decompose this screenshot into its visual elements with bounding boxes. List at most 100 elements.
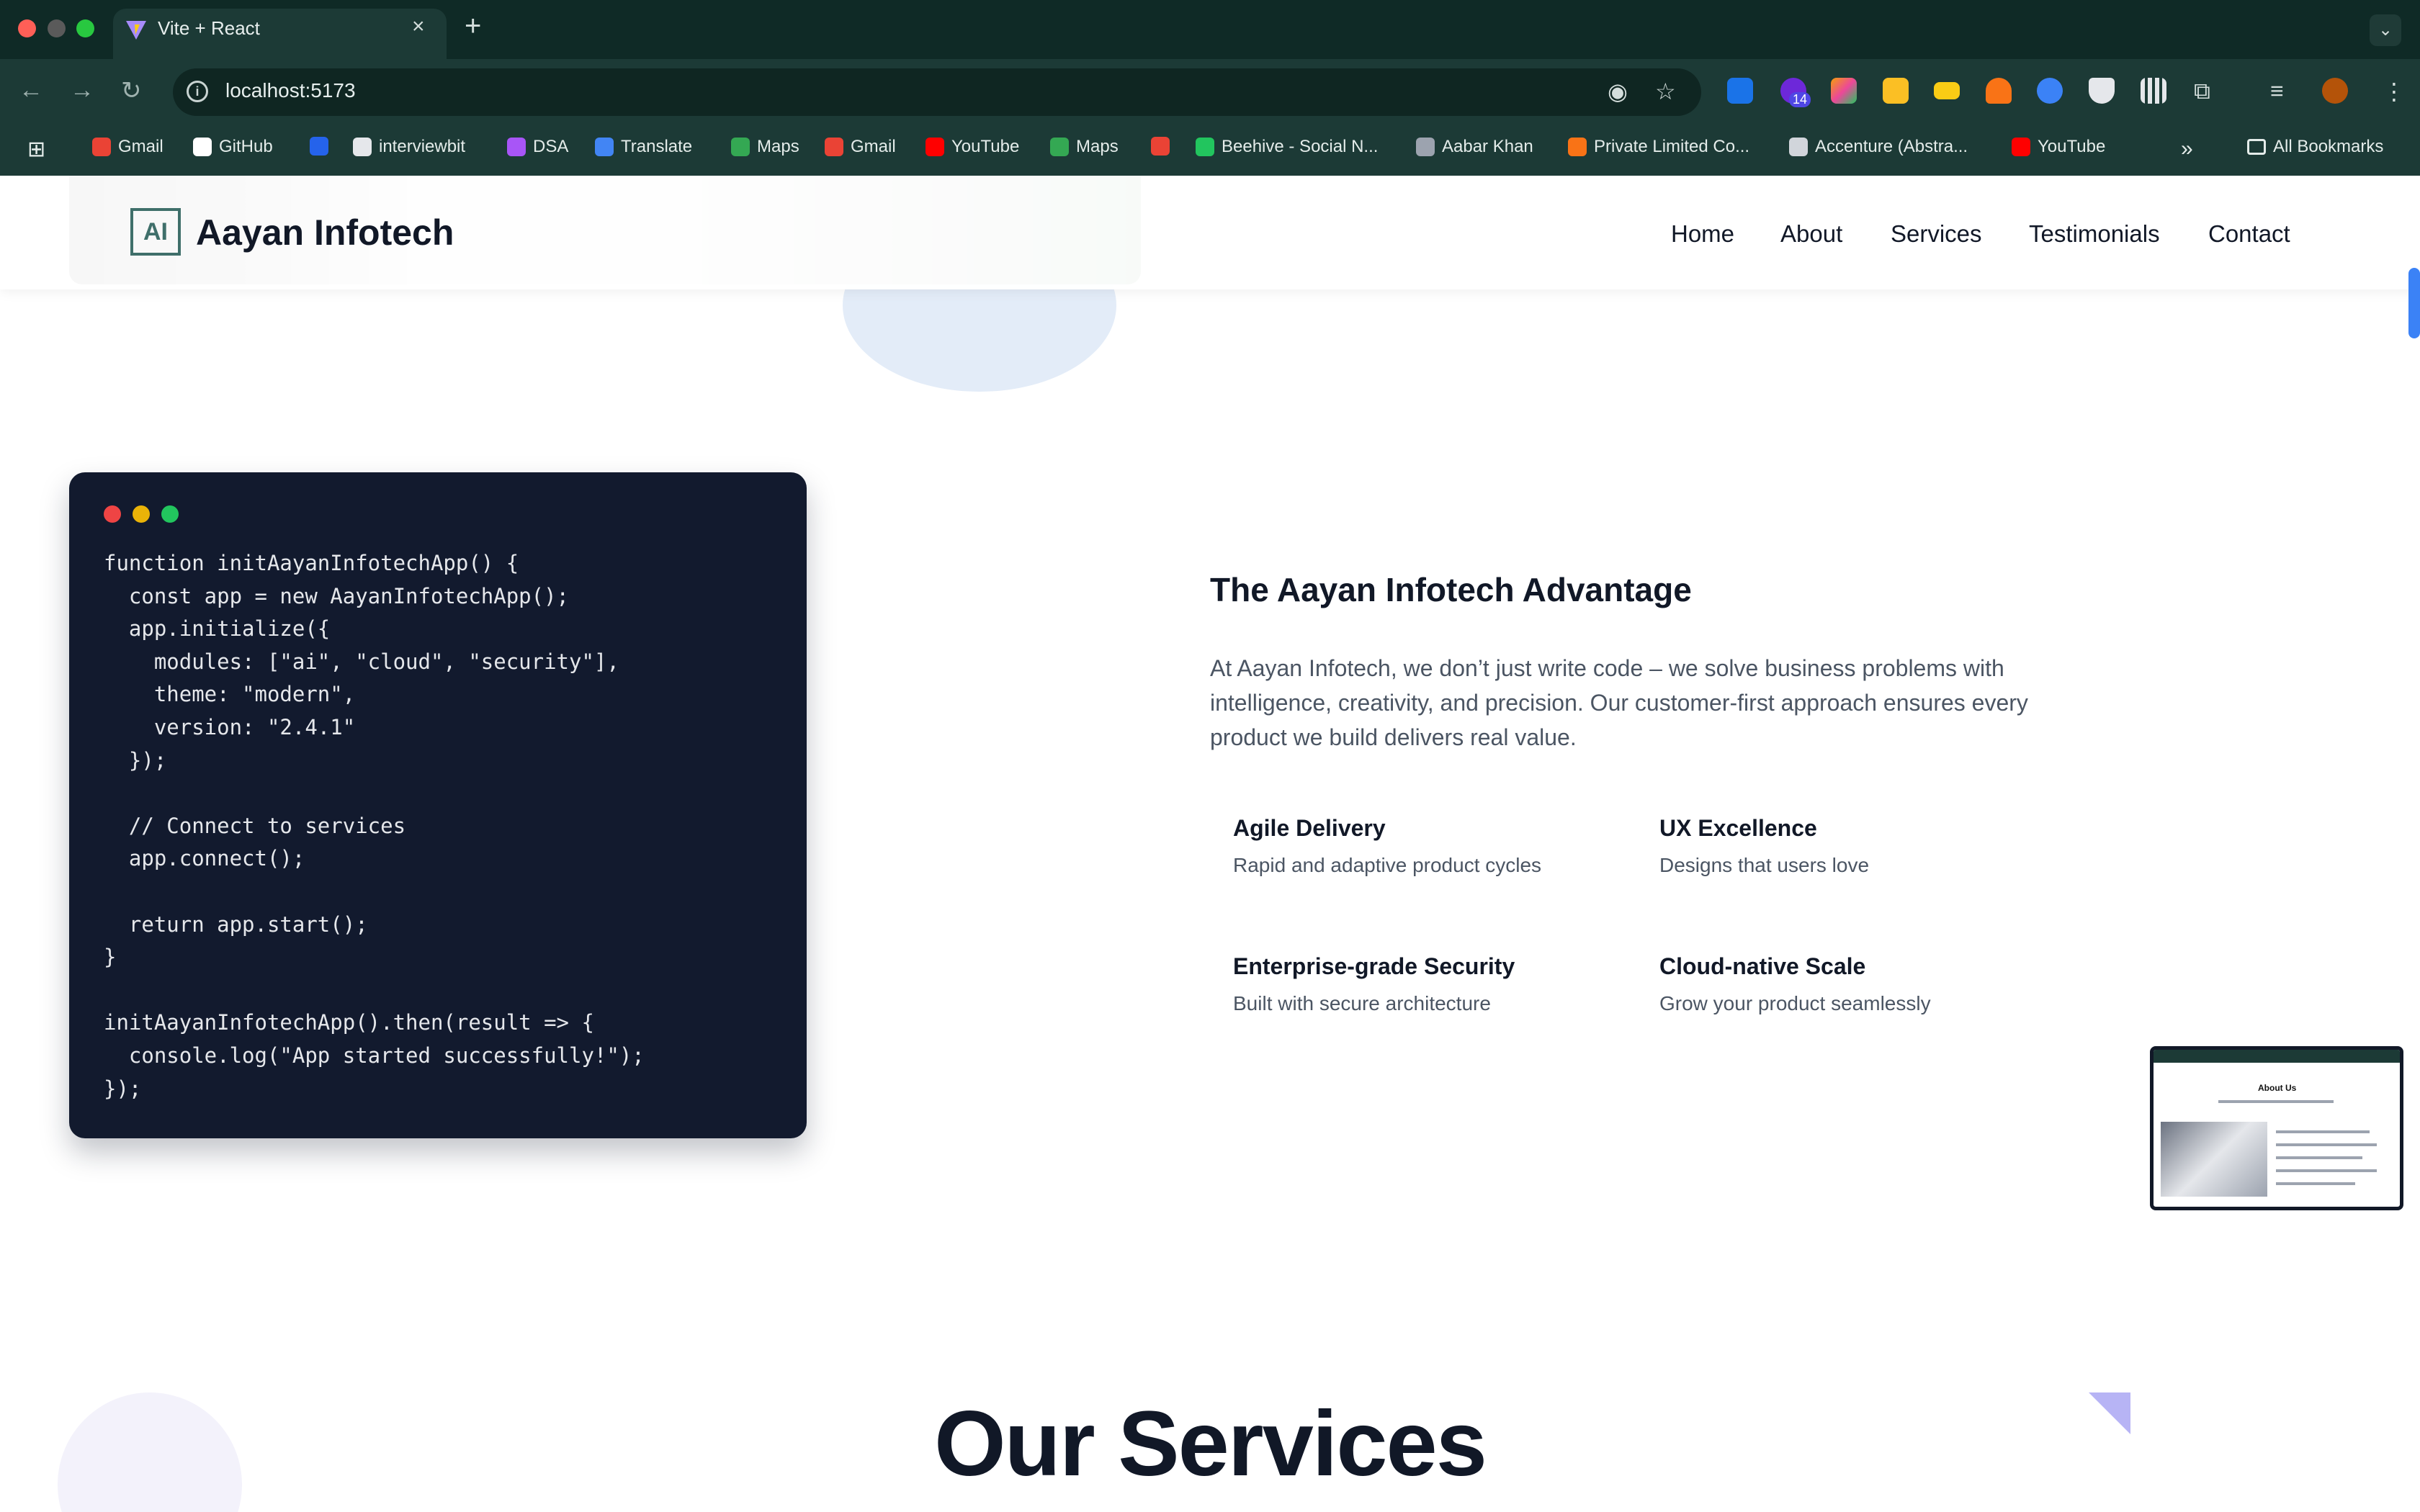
code-line: });	[104, 1076, 142, 1101]
bookmark-favicon-icon	[2012, 138, 2030, 156]
minimize-window-button[interactable]	[48, 19, 66, 37]
extension-figure-icon[interactable]	[1986, 78, 2012, 104]
bookmark-label: Gmail	[118, 137, 163, 156]
maximize-window-button[interactable]	[76, 19, 94, 37]
tab-search-icon[interactable]: ⌄	[2370, 14, 2401, 46]
bookmark-item[interactable]: Gmail	[825, 137, 896, 157]
url-text[interactable]: localhost:5173	[225, 79, 356, 102]
extensions-puzzle-icon[interactable]: ⧉	[2194, 78, 2210, 105]
feature-title: UX Excellence	[1659, 815, 1817, 841]
thumbnail-title: About Us	[2258, 1083, 2297, 1093]
screenshot-preview-thumbnail[interactable]: About Us	[2150, 1046, 2403, 1210]
address-bar[interactable]	[173, 68, 1701, 116]
extension-color-icon[interactable]	[1831, 78, 1857, 104]
bookmark-label: Translate	[621, 137, 693, 156]
vite-icon	[126, 21, 146, 40]
new-tab-icon[interactable]: +	[465, 10, 481, 42]
bookmark-favicon-icon	[825, 138, 843, 156]
bookmark-item[interactable]: GitHub	[193, 137, 273, 157]
code-line: initAayanInfotechApp().then(result => {	[104, 1010, 594, 1035]
thumbnail-line	[2276, 1182, 2355, 1185]
code-snippet: function initAayanInfotechApp() { const …	[104, 547, 645, 1105]
bookmark-label: Maps	[1076, 137, 1119, 156]
all-bookmarks-button[interactable]: All Bookmarks	[2247, 137, 2383, 157]
advantage-description: At Aayan Infotech, we don’t just write c…	[1210, 655, 2028, 750]
nav-about[interactable]: About	[1780, 220, 1842, 248]
reading-list-icon[interactable]: ≡	[2270, 78, 2284, 104]
bookmark-label: YouTube	[951, 137, 1020, 156]
bookmark-label: Accenture (Abstra...	[1815, 137, 1968, 156]
bookmark-favicon-icon	[1151, 137, 1170, 156]
bookmark-label: Gmail	[851, 137, 896, 156]
extension-card-icon[interactable]	[1934, 82, 1960, 99]
nav-home[interactable]: Home	[1671, 220, 1734, 248]
close-tab-icon[interactable]: ×	[412, 14, 425, 39]
reload-icon[interactable]: ↻	[121, 76, 142, 105]
site-navbar: AI Aayan Infotech Home About Services Te…	[0, 176, 2420, 289]
bookmark-item[interactable]	[310, 137, 328, 156]
extension-drop-icon[interactable]	[2037, 78, 2063, 104]
bookmark-favicon-icon	[92, 138, 111, 156]
bookmark-item[interactable]: DSA	[507, 137, 568, 157]
profile-avatar[interactable]	[2322, 78, 2348, 104]
folder-icon	[2247, 139, 2266, 155]
code-line: app.connect();	[104, 846, 305, 871]
bookmark-item[interactable]: Maps	[731, 137, 799, 157]
bookmark-item[interactable]: Private Limited Co...	[1568, 137, 1749, 157]
bookmark-item[interactable]: YouTube	[2012, 137, 2105, 157]
feature-title: Enterprise-grade Security	[1233, 953, 1515, 979]
code-line: modules: ["ai", "cloud", "security"],	[104, 649, 619, 674]
code-window-green-dot	[161, 505, 179, 523]
bookmark-label: Private Limited Co...	[1594, 137, 1750, 156]
bookmark-favicon-icon	[595, 138, 614, 156]
bookmark-favicon-icon	[926, 138, 944, 156]
bookmark-item[interactable]: Maps	[1050, 137, 1119, 157]
bookmark-item[interactable]: Accenture (Abstra...	[1789, 137, 1968, 157]
bookmark-item[interactable]: Aabar Khan	[1416, 137, 1533, 157]
bookmark-star-icon[interactable]: ☆	[1655, 78, 1676, 105]
bookmark-item[interactable]: Gmail	[92, 137, 163, 157]
bookmark-item[interactable]: Translate	[595, 137, 692, 157]
extension-mail-icon[interactable]	[1727, 78, 1753, 104]
code-line: }	[104, 945, 117, 970]
extension-shield-icon[interactable]	[2089, 78, 2115, 104]
bookmark-item[interactable]: interviewbit	[353, 137, 465, 157]
back-icon[interactable]: ←	[19, 76, 43, 104]
feature-title: Cloud-native Scale	[1659, 953, 1866, 979]
logo-icon[interactable]: AI	[130, 208, 181, 256]
nav-contact[interactable]: Contact	[2208, 220, 2290, 248]
scrollbar-thumb[interactable]	[2408, 268, 2420, 338]
extension-badge-count: 14	[1789, 92, 1811, 107]
close-window-button[interactable]	[18, 19, 36, 37]
bookmark-favicon-icon	[310, 137, 328, 156]
feature-description: Built with secure architecture	[1233, 992, 1491, 1014]
bookmark-label: Maps	[757, 137, 799, 156]
feature-description: Rapid and adaptive product cycles	[1233, 854, 1542, 876]
thumbnail-line	[2276, 1130, 2370, 1133]
code-window-red-dot	[104, 505, 121, 523]
services-heading: Our Services	[934, 1392, 1487, 1495]
bookmark-label: Aabar Khan	[1442, 137, 1533, 156]
bookmark-item[interactable]: YouTube	[926, 137, 1019, 157]
brand-name[interactable]: Aayan Infotech	[196, 212, 454, 253]
site-info-icon[interactable]: i	[187, 81, 208, 102]
nav-services[interactable]: Services	[1891, 220, 1982, 248]
extension-orange-icon[interactable]	[1883, 78, 1909, 104]
more-bookmarks-icon[interactable]: »	[2181, 137, 2193, 161]
extension-qr-icon[interactable]	[2141, 78, 2166, 104]
bookmark-item[interactable]: Beehive - Social N...	[1196, 137, 1378, 157]
nav-testimonials[interactable]: Testimonials	[2029, 220, 2160, 248]
menu-kebab-icon[interactable]: ⋮	[2383, 78, 2406, 105]
bookmark-favicon-icon	[507, 138, 526, 156]
code-line: // Connect to services	[104, 813, 406, 838]
thumbnail-line	[2276, 1156, 2362, 1159]
bookmark-item[interactable]	[1151, 137, 1170, 156]
forward-icon[interactable]: →	[70, 76, 94, 104]
eye-off-icon[interactable]: ◉	[1608, 78, 1628, 105]
apps-grid-icon[interactable]: ⊞	[27, 137, 45, 162]
web-page: AI Aayan Infotech Home About Services Te…	[0, 176, 2420, 1512]
bookmark-label: GitHub	[219, 137, 273, 156]
